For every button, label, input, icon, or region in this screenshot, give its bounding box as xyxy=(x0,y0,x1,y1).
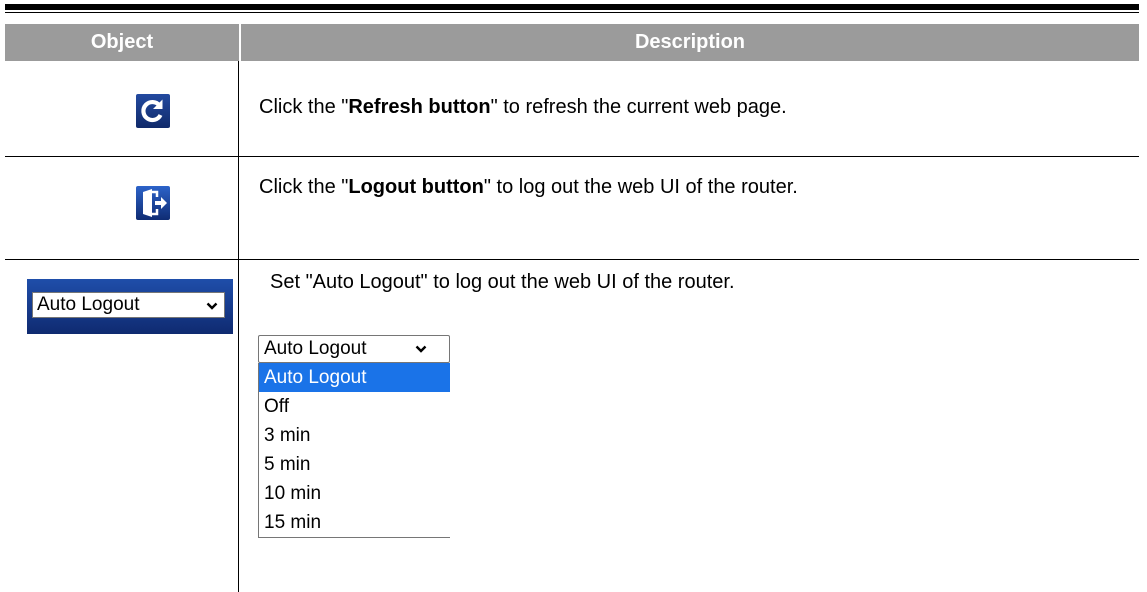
top-thin-rule xyxy=(5,12,1139,13)
logout-text-suffix: " to log out the web UI of the router. xyxy=(483,176,798,198)
auto-logout-description: Set "Auto Logout" to log out the web UI … xyxy=(270,271,735,293)
chevron-down-icon xyxy=(206,302,218,310)
refresh-text-prefix: Click the " xyxy=(259,96,349,118)
auto-logout-select-label: Auto Logout xyxy=(37,294,140,315)
table-header: Object Description xyxy=(5,24,1139,61)
dropdown-option-auto-logout[interactable]: Auto Logout xyxy=(259,363,450,392)
dropdown-option-15-min[interactable]: 15 min xyxy=(259,508,450,537)
dropdown-option-off[interactable]: Off xyxy=(259,392,450,421)
logout-text-prefix: Click the " xyxy=(259,176,349,198)
logout-description: Click the "Logout button" to log out the… xyxy=(259,176,798,199)
row-divider xyxy=(5,156,1139,157)
dropdown-selected-value: Auto Logout xyxy=(264,338,367,359)
dropdown-options: Auto Logout Off 3 min 5 min 10 min 15 mi… xyxy=(258,363,450,538)
header-description: Description xyxy=(634,31,746,53)
chevron-down-icon xyxy=(415,345,427,353)
auto-logout-select[interactable]: Auto Logout xyxy=(32,292,225,318)
auto-logout-select-icon[interactable]: Auto Logout xyxy=(27,279,233,334)
dropdown-option-3-min[interactable]: 3 min xyxy=(259,421,450,450)
column-divider xyxy=(238,61,239,592)
refresh-text-bold: Refresh button xyxy=(348,96,491,118)
header-object: Object xyxy=(90,31,154,53)
logout-icon[interactable] xyxy=(136,186,170,220)
row-divider xyxy=(5,259,1139,260)
logout-text-bold: Logout button xyxy=(348,176,484,198)
refresh-description: Click the "Refresh button" to refresh th… xyxy=(259,96,787,119)
refresh-text-suffix: " to refresh the current web page. xyxy=(490,96,787,118)
auto-logout-dropdown[interactable]: Auto Logout Auto Logout Off 3 min 5 min … xyxy=(258,335,450,538)
dropdown-option-10-min[interactable]: 10 min xyxy=(259,479,450,508)
auto-logout-dropdown-select[interactable]: Auto Logout xyxy=(258,335,450,363)
refresh-icon[interactable] xyxy=(136,94,170,128)
object-description-table: Object Description Click the "Refresh bu… xyxy=(0,0,1147,592)
dropdown-option-5-min[interactable]: 5 min xyxy=(259,450,450,479)
top-rule xyxy=(5,4,1139,10)
